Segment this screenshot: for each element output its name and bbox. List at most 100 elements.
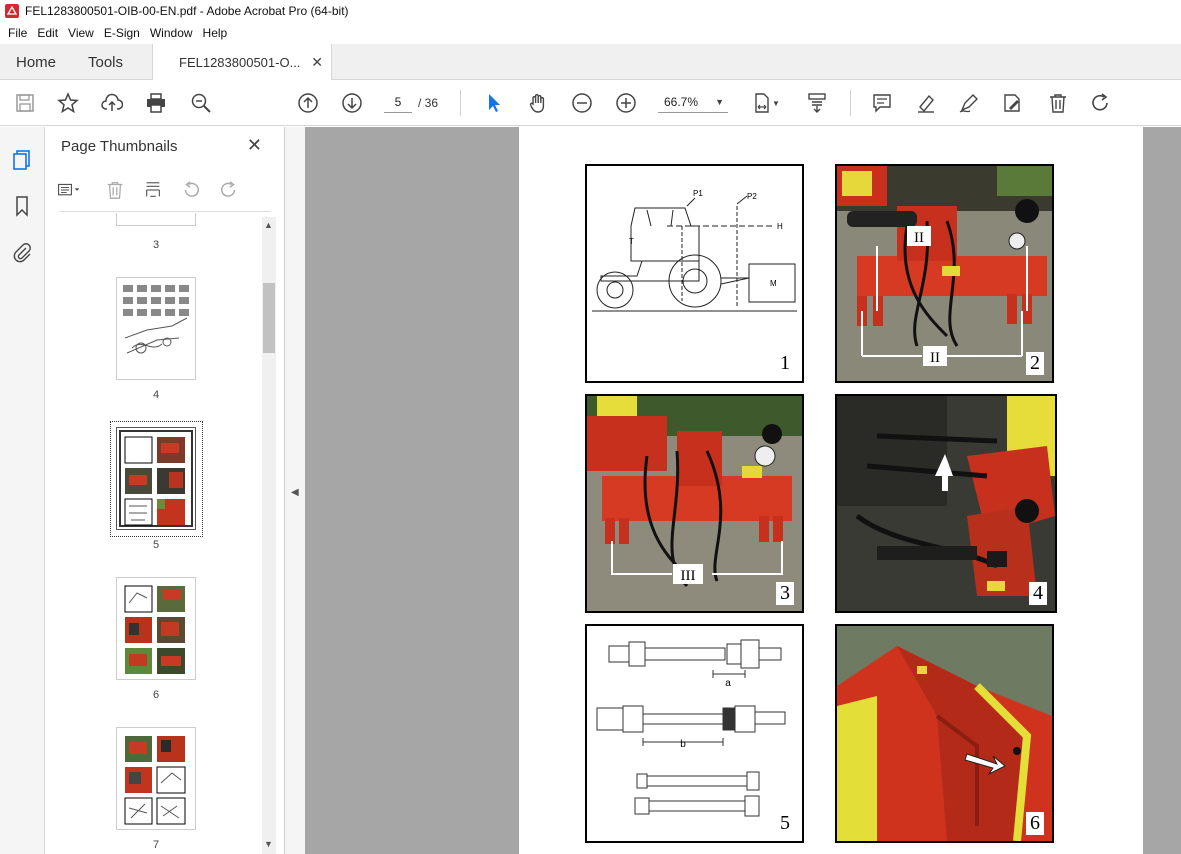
select-cursor-icon[interactable] — [482, 91, 506, 115]
draw-sign-icon[interactable] — [957, 91, 981, 115]
tab-bar: Home Tools FEL1283800501-O... ✕ — [0, 44, 1181, 81]
thumbnail-label: 5 — [152, 539, 160, 551]
menu-window[interactable]: Window — [145, 26, 198, 40]
label-a: a — [725, 678, 731, 689]
tab-document-label: FEL1283800501-O... — [179, 55, 301, 70]
previous-page-icon[interactable] — [296, 91, 320, 115]
print-icon[interactable] — [144, 91, 168, 115]
thumbnail-page-3[interactable] — [116, 213, 196, 226]
collapse-panel-icon[interactable]: ◀ — [291, 487, 299, 498]
menu-help[interactable]: Help — [198, 26, 233, 40]
zoom-value: 66.7% — [664, 95, 699, 109]
figure-2: II II 2 — [835, 164, 1054, 383]
highlight-pen-icon[interactable] — [914, 91, 938, 115]
thumbnail-label: 7 — [152, 839, 160, 851]
label-ii-bottom: II — [930, 350, 940, 366]
label-t: T — [629, 237, 634, 246]
thumbnail-scrollbar[interactable]: ▲ ▼ — [262, 217, 276, 854]
thumbnail-page-5[interactable] — [116, 427, 196, 530]
panel-title: Page Thumbnails — [61, 138, 178, 155]
label-ii-top: II — [914, 230, 924, 246]
title-bar: FEL1283800501-OIB-00-EN.pdf - Adobe Acro… — [0, 0, 1181, 22]
page-total: / 36 — [418, 96, 439, 110]
label-p2: P2 — [747, 192, 757, 201]
rotate-cw-icon[interactable] — [217, 178, 241, 202]
label-h: H — [777, 222, 783, 231]
chevron-down-icon: ▼ — [715, 97, 724, 107]
label-m: M — [770, 279, 777, 288]
scrollbar-thumb[interactable] — [263, 283, 275, 353]
figure-6: 6 — [835, 624, 1054, 843]
comment-icon[interactable] — [870, 91, 894, 115]
extract-pages-icon[interactable] — [141, 178, 165, 202]
tab-tools[interactable]: Tools — [88, 44, 123, 80]
bookmark-icon[interactable] — [11, 195, 33, 217]
label-b: b — [680, 739, 686, 750]
scroll-up-icon[interactable]: ▲ — [264, 220, 273, 230]
menu-esign[interactable]: E-Sign — [99, 26, 145, 40]
upload-cloud-icon[interactable] — [100, 91, 124, 115]
fill-sign-icon[interactable] — [1000, 91, 1024, 115]
zoom-select[interactable]: 66.7% ▼ — [658, 91, 728, 113]
menu-edit[interactable]: Edit — [32, 26, 63, 40]
zoom-out-icon[interactable] — [570, 91, 594, 115]
photo-hydraulic-frame: II II — [837, 166, 1052, 381]
label-p1: P1 — [693, 189, 703, 198]
window-title: FEL1283800501-OIB-00-EN.pdf - Adobe Acro… — [25, 4, 349, 18]
attachment-icon[interactable] — [11, 241, 33, 263]
zoom-in-icon[interactable] — [614, 91, 638, 115]
save-icon[interactable] — [13, 91, 37, 115]
page-fit-dropdown-icon[interactable]: ▼ — [770, 91, 782, 115]
thumbnail-list: 3 4 5 6 7 — [59, 213, 259, 854]
page-number-input[interactable]: 5 — [384, 91, 412, 113]
delete-pages-icon[interactable] — [103, 178, 127, 202]
label-iii: III — [681, 568, 696, 584]
thumbnail-label: 4 — [152, 389, 160, 401]
thumbnail-page-4[interactable] — [116, 277, 196, 380]
thumbnail-label: 6 — [152, 689, 160, 701]
document-view[interactable]: P1 P2 H T M 1 II II 2 III 3 4 a b 5 6 — [305, 127, 1181, 854]
tractor-diagram: P1 P2 H T M — [592, 189, 797, 312]
figure-number: 3 — [776, 582, 794, 605]
rotate-icon[interactable] — [1089, 91, 1113, 115]
thumbnail-page-6[interactable] — [116, 577, 196, 680]
star-icon[interactable] — [56, 91, 80, 115]
menu-file[interactable]: File — [3, 26, 32, 40]
next-page-icon[interactable] — [340, 91, 364, 115]
menu-view[interactable]: View — [63, 26, 99, 40]
figure-number: 4 — [1029, 582, 1047, 605]
photo-hydraulic-frame-side: III — [587, 396, 802, 611]
figure-number: 2 — [1026, 352, 1044, 375]
menu-bar: File Edit View E-Sign Window Help — [0, 22, 1181, 44]
driveshaft-diagram: a b — [596, 639, 786, 817]
figure-5: a b 5 — [585, 624, 804, 843]
photo-guard-closeup — [837, 626, 1052, 841]
pdf-page: P1 P2 H T M 1 II II 2 III 3 4 a b 5 6 — [519, 127, 1143, 854]
zoom-find-icon[interactable] — [189, 91, 213, 115]
figure-4: 4 — [835, 394, 1057, 613]
page-thumbnails-icon[interactable] — [11, 149, 33, 171]
close-tab-icon[interactable]: ✕ — [311, 54, 323, 71]
figure-number: 5 — [776, 812, 794, 835]
acrobat-icon — [5, 4, 19, 18]
scroll-mode-icon[interactable] — [805, 91, 829, 115]
rotate-ccw-icon[interactable] — [179, 178, 203, 202]
photo-hitch-connection — [837, 396, 1055, 611]
figure-1: P1 P2 H T M 1 — [585, 164, 804, 383]
figure-3: III 3 — [585, 394, 804, 613]
thumbnail-label: 3 — [152, 239, 160, 251]
figure-number: 6 — [1026, 812, 1044, 835]
thumbnail-options-icon[interactable] — [57, 178, 81, 202]
figure-number: 1 — [776, 352, 794, 375]
close-panel-icon[interactable]: ✕ — [247, 135, 262, 156]
tab-home[interactable]: Home — [16, 44, 56, 80]
panel-splitter[interactable]: ◀ — [285, 127, 305, 854]
scroll-down-icon[interactable]: ▼ — [264, 839, 273, 849]
tab-document[interactable]: FEL1283800501-O... ✕ — [152, 44, 332, 81]
panel-divider — [59, 211, 271, 212]
thumbnails-panel: Page Thumbnails ✕ 3 4 5 6 7 — [45, 127, 285, 854]
hand-tool-icon[interactable] — [526, 91, 550, 115]
thumbnail-page-7[interactable] — [116, 727, 196, 830]
left-rail — [0, 127, 45, 854]
trash-icon[interactable] — [1046, 91, 1070, 115]
